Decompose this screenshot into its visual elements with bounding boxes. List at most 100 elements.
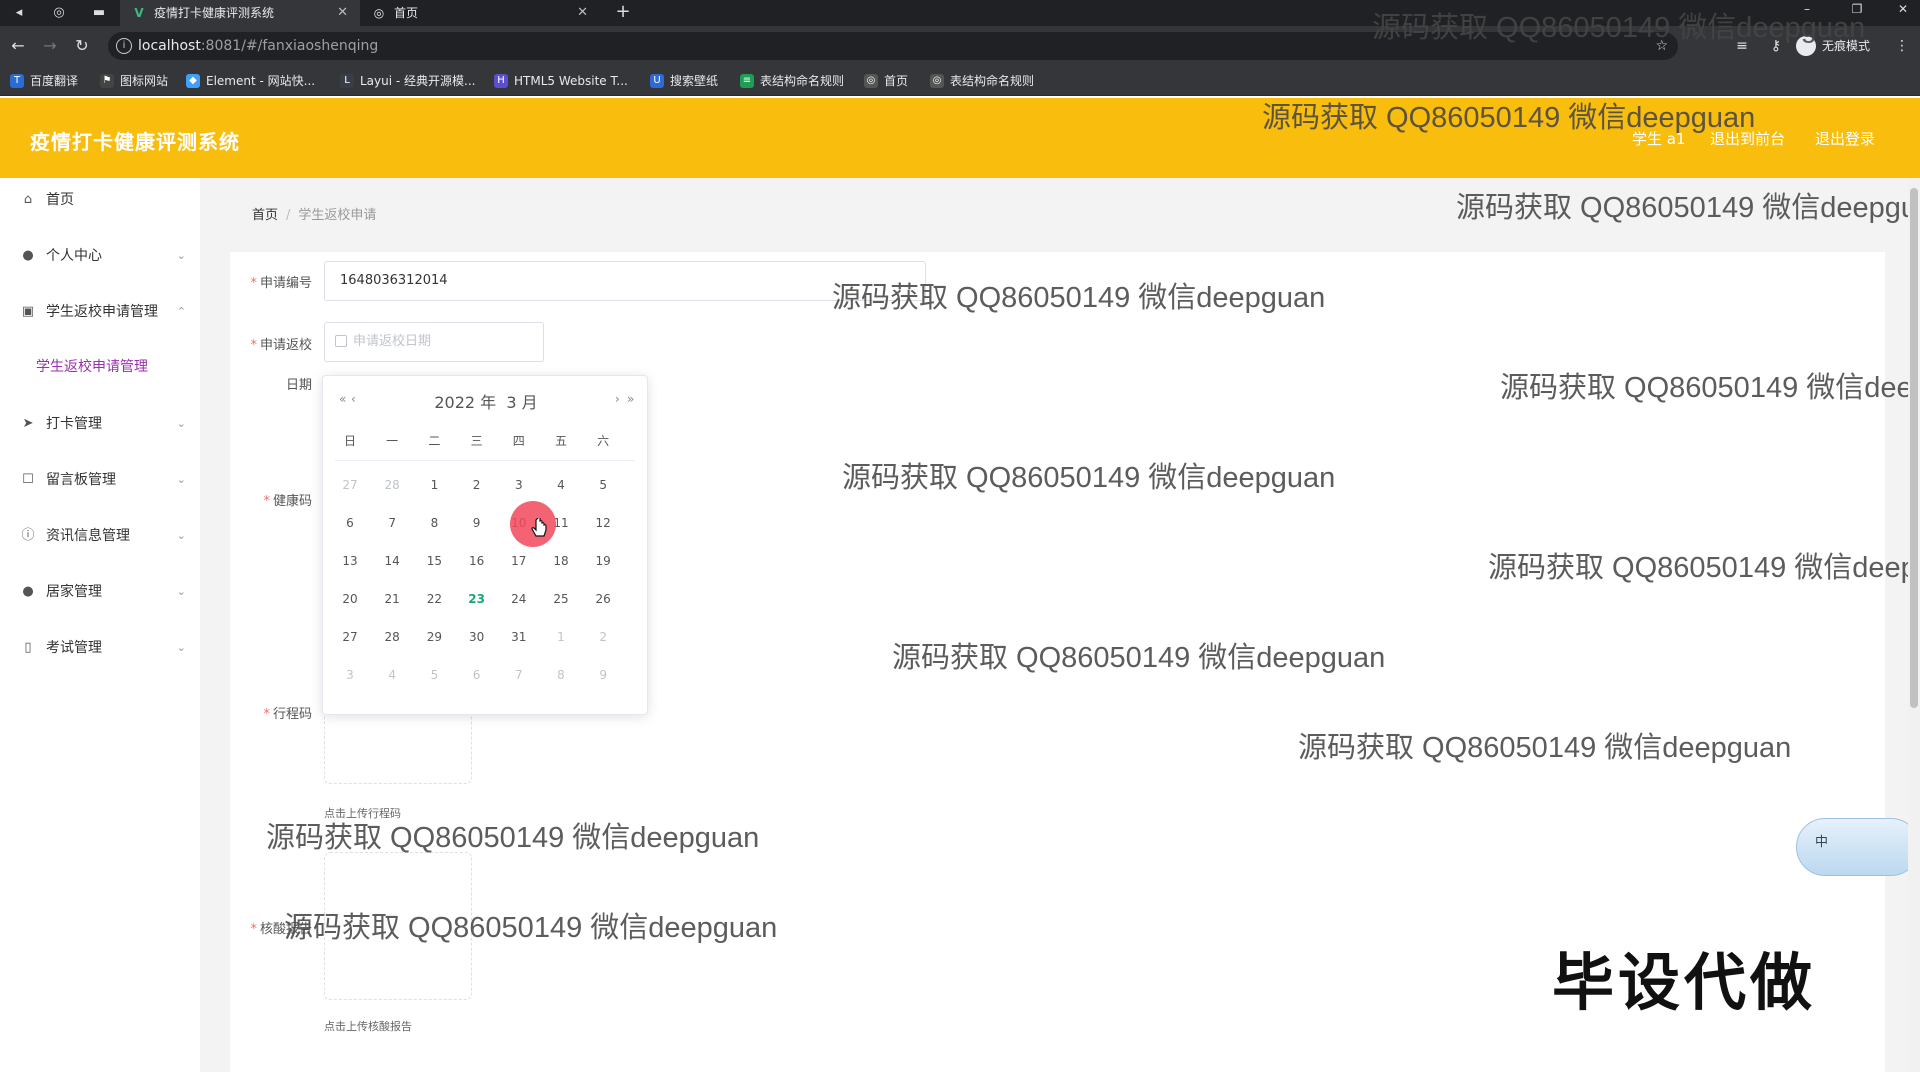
menu-dots-icon[interactable]: ⋮ bbox=[1892, 36, 1912, 56]
tab-active[interactable]: V 疫情打卡健康评测系统 ✕ bbox=[120, 0, 360, 26]
date-cell[interactable]: 14 bbox=[372, 546, 412, 576]
bookmark-item[interactable]: ⚑ 图标网站 bbox=[100, 66, 168, 96]
scrollbar-thumb[interactable] bbox=[1910, 188, 1918, 708]
date-cell[interactable]: 29 bbox=[414, 622, 454, 652]
reload-icon[interactable]: ↻ bbox=[72, 36, 92, 56]
back-icon[interactable]: ← bbox=[8, 36, 28, 56]
sidebar-item-news[interactable]: ⓘ 资讯信息管理 ⌄ bbox=[0, 508, 200, 564]
date-cell[interactable]: 27 bbox=[330, 470, 370, 500]
weekday-header: 五 bbox=[554, 434, 567, 448]
bookmark-item[interactable]: U 搜索壁纸 bbox=[650, 66, 718, 96]
chevron-down-icon: ⌄ bbox=[176, 641, 186, 654]
bookmark-label: 首页 bbox=[884, 74, 909, 88]
date-cell[interactable]: 6 bbox=[457, 660, 497, 690]
date-cell[interactable]: 1 bbox=[541, 622, 581, 652]
sidebar-item-exam[interactable]: ▯ 考试管理 ⌄ bbox=[0, 620, 200, 676]
date-cell[interactable]: 27 bbox=[330, 622, 370, 652]
date-cell[interactable]: 21 bbox=[372, 584, 412, 614]
bookmark-item[interactable]: ◆ Element - 网站快... bbox=[186, 66, 315, 96]
window-icon[interactable]: ▬ bbox=[90, 4, 108, 22]
sheet-icon: ≡ bbox=[740, 74, 754, 88]
watermark-text: 源码获取 QQ86050149 微信deepguan bbox=[832, 282, 1326, 314]
chevron-down-icon: ⌄ bbox=[176, 473, 186, 486]
date-cell[interactable]: 23 bbox=[457, 584, 497, 614]
date-cell[interactable]: 22 bbox=[414, 584, 454, 614]
date-cell[interactable]: 2 bbox=[457, 470, 497, 500]
bookmark-item[interactable]: H HTML5 Website T... bbox=[494, 66, 628, 96]
globe-icon[interactable]: ◎ bbox=[50, 4, 68, 22]
date-cell[interactable]: 28 bbox=[372, 622, 412, 652]
date-cell[interactable]: 7 bbox=[372, 508, 412, 538]
return-date-input[interactable]: 申请返校日期 bbox=[324, 322, 544, 362]
required-mark: * bbox=[250, 276, 257, 291]
sidebar-subitem-return-apply[interactable]: 学生返校申请管理 bbox=[36, 356, 148, 376]
next-year-button[interactable]: » bbox=[627, 392, 634, 406]
mute-icon[interactable]: ◂ bbox=[10, 4, 28, 22]
chevron-down-icon: ⌄ bbox=[176, 529, 186, 542]
next-month-button[interactable]: › bbox=[615, 392, 620, 406]
breadcrumb-home[interactable]: 首页 bbox=[252, 208, 278, 223]
watermark-text: 源码获取 QQ86050149 微信deepguan bbox=[842, 462, 1336, 494]
bookmark-item[interactable]: ≡ 表结构命名规则 bbox=[740, 66, 844, 96]
date-cell[interactable]: 5 bbox=[583, 470, 623, 500]
date-picker-year[interactable]: 2022 年 bbox=[434, 393, 496, 412]
date-cell[interactable]: 19 bbox=[583, 546, 623, 576]
sidebar-item-return-apply[interactable]: ▣ 学生返校申请管理 ⌃ bbox=[0, 284, 200, 340]
info-icon[interactable]: i bbox=[116, 38, 132, 54]
date-cell[interactable]: 16 bbox=[457, 546, 497, 576]
date-cell[interactable]: 5 bbox=[414, 660, 454, 690]
date-cell[interactable]: 25 bbox=[541, 584, 581, 614]
app-title: 疫情打卡健康评测系统 bbox=[30, 130, 240, 154]
bookmark-item[interactable]: ◎ 首页 bbox=[864, 66, 908, 96]
date-cell[interactable]: 13 bbox=[330, 546, 370, 576]
user-icon: ● bbox=[22, 248, 34, 263]
close-window-icon[interactable]: ✕ bbox=[1888, 0, 1918, 20]
date-cell[interactable]: 15 bbox=[414, 546, 454, 576]
date-cell[interactable]: 8 bbox=[541, 660, 581, 690]
bookmark-item[interactable]: L Layui - 经典开源模... bbox=[340, 66, 475, 96]
date-cell[interactable]: 18 bbox=[541, 546, 581, 576]
date-cell[interactable]: 28 bbox=[372, 470, 412, 500]
date-cell[interactable]: 3 bbox=[330, 660, 370, 690]
forward-icon[interactable]: → bbox=[40, 36, 60, 56]
date-cell[interactable]: 26 bbox=[583, 584, 623, 614]
sidebar-item-profile[interactable]: ● 个人中心 ⌄ bbox=[0, 228, 200, 284]
date-cell[interactable]: 6 bbox=[330, 508, 370, 538]
close-tab-icon[interactable]: ✕ bbox=[337, 0, 348, 26]
date-cell[interactable]: 7 bbox=[499, 660, 539, 690]
bookmark-item[interactable]: T 百度翻译 bbox=[10, 66, 78, 96]
date-cell[interactable]: 12 bbox=[583, 508, 623, 538]
return-date-label-2: 日期 bbox=[285, 378, 312, 393]
date-cell[interactable]: 24 bbox=[499, 584, 539, 614]
date-cell[interactable]: 31 bbox=[499, 622, 539, 652]
sidebar-item-home[interactable]: ⌂ 首页 bbox=[0, 172, 200, 228]
sidebar-item-checkin[interactable]: ➤ 打卡管理 ⌄ bbox=[0, 396, 200, 452]
new-tab-button[interactable]: + bbox=[612, 0, 634, 26]
sidebar-item-messages[interactable]: ☐ 留言板管理 ⌄ bbox=[0, 452, 200, 508]
tab-home[interactable]: ◎ 首页 ✕ bbox=[360, 0, 600, 26]
close-tab-icon[interactable]: ✕ bbox=[577, 0, 588, 26]
date-cell[interactable]: 4 bbox=[541, 470, 581, 500]
date-cell[interactable]: 4 bbox=[372, 660, 412, 690]
date-picker-month[interactable]: 3 月 bbox=[506, 393, 537, 412]
date-cell[interactable]: 17 bbox=[499, 546, 539, 576]
weekday-divider bbox=[335, 460, 635, 461]
bookmark-item[interactable]: ◎ 表结构命名规则 bbox=[930, 66, 1034, 96]
bookmark-label: 图标网站 bbox=[120, 74, 169, 88]
date-cell[interactable]: 2 bbox=[583, 622, 623, 652]
page-scrollbar[interactable] bbox=[1908, 178, 1920, 1072]
logout-link[interactable]: 退出登录 bbox=[1815, 128, 1875, 149]
weekday-header: 六 bbox=[597, 434, 610, 448]
date-cell[interactable]: 9 bbox=[457, 508, 497, 538]
ime-widget[interactable]: 中 bbox=[1796, 818, 1920, 876]
date-picker-popup: « ‹ 2022 年 3 月 › » 日一二三四五六 27 28 1 2 3 4 5 6 7 8 9 1… bbox=[322, 375, 648, 715]
ime-label: 中 bbox=[1815, 835, 1829, 850]
date-cell[interactable]: 9 bbox=[583, 660, 623, 690]
sidebar: ⌂ 首页 ● 个人中心 ⌄ ▣ 学生返校申请管理 ⌃ 学生返校申请管理 ➤ 打卡… bbox=[0, 178, 200, 1072]
date-cell[interactable]: 3 bbox=[499, 470, 539, 500]
date-cell[interactable]: 20 bbox=[330, 584, 370, 614]
sidebar-item-home-quarantine[interactable]: ● 居家管理 ⌄ bbox=[0, 564, 200, 620]
date-cell[interactable]: 30 bbox=[457, 622, 497, 652]
date-cell[interactable]: 8 bbox=[414, 508, 454, 538]
date-cell[interactable]: 1 bbox=[414, 470, 454, 500]
